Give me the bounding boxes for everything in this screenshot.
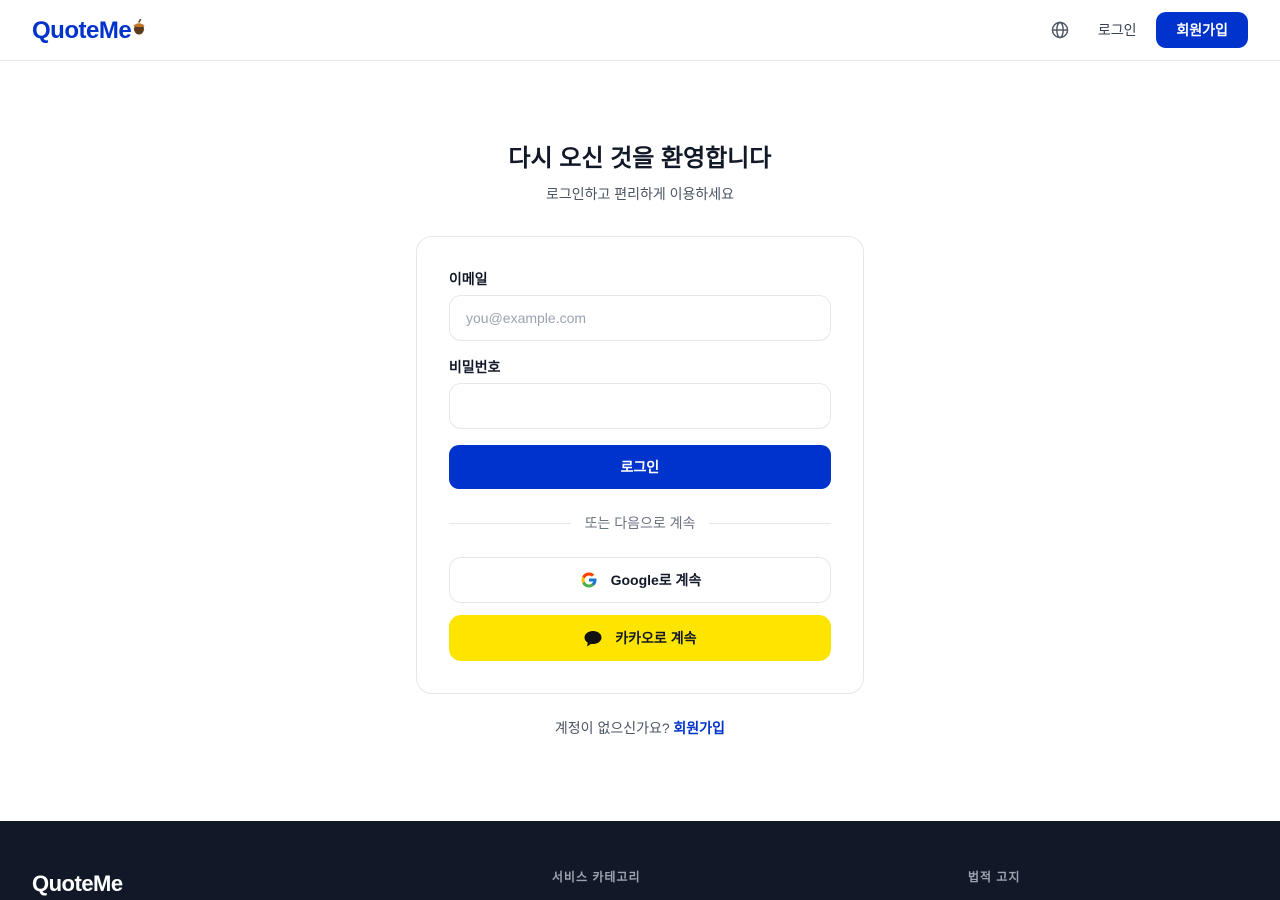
password-label: 비밀번호: [449, 359, 501, 375]
signup-prompt-text: 계정이 없으신가요?: [554, 720, 670, 736]
kakao-login-button[interactable]: 카카오로 계속: [449, 615, 831, 661]
divider-text: 또는 다음으로 계속: [584, 515, 696, 531]
kakao-button-label: 카카오로 계속: [615, 630, 697, 646]
google-icon: [579, 570, 599, 590]
email-field[interactable]: [449, 295, 831, 341]
footer-heading-legal: 법적 고지: [968, 870, 1021, 884]
footer: QuoteMe 서비스 카테고리 법적 고지: [0, 821, 1280, 900]
header-login-link[interactable]: 로그인: [1098, 20, 1137, 40]
page-title: 다시 오신 것을 환영합니다: [508, 145, 772, 172]
email-label: 이메일: [449, 271, 488, 287]
logo[interactable]: QuoteMe: [32, 16, 146, 46]
google-login-button[interactable]: Google로 계속: [449, 557, 831, 603]
globe-icon[interactable]: [1050, 20, 1070, 40]
login-button[interactable]: 로그인: [449, 445, 831, 489]
footer-logo[interactable]: QuoteMe: [32, 871, 123, 897]
footer-heading-services: 서비스 카테고리: [552, 870, 641, 884]
password-field[interactable]: [449, 383, 831, 429]
login-card: 이메일 비밀번호 로그인 또는 다음으로 계속 Google로 계속 카카오로 …: [416, 236, 864, 694]
header-signup-button[interactable]: 회원가입: [1156, 12, 1248, 48]
acorn-icon: [132, 18, 146, 35]
header-actions: 로그인 회원가입: [1050, 12, 1248, 48]
signup-prompt: 계정이 없으신가요? 회원가입: [0, 718, 1280, 738]
divider-line-right: [709, 522, 832, 524]
top-header: QuoteMe 로그인 회원가입: [0, 0, 1280, 61]
chat-bubble-icon: [583, 628, 603, 648]
signup-link[interactable]: 회원가입: [674, 720, 726, 736]
logo-text: QuoteMe: [32, 17, 132, 44]
divider-line-left: [449, 522, 571, 524]
page-subtitle: 로그인하고 편리하게 이용하세요: [545, 186, 735, 202]
google-button-label: Google로 계속: [610, 572, 702, 588]
or-divider: 또는 다음으로 계속: [449, 513, 832, 533]
